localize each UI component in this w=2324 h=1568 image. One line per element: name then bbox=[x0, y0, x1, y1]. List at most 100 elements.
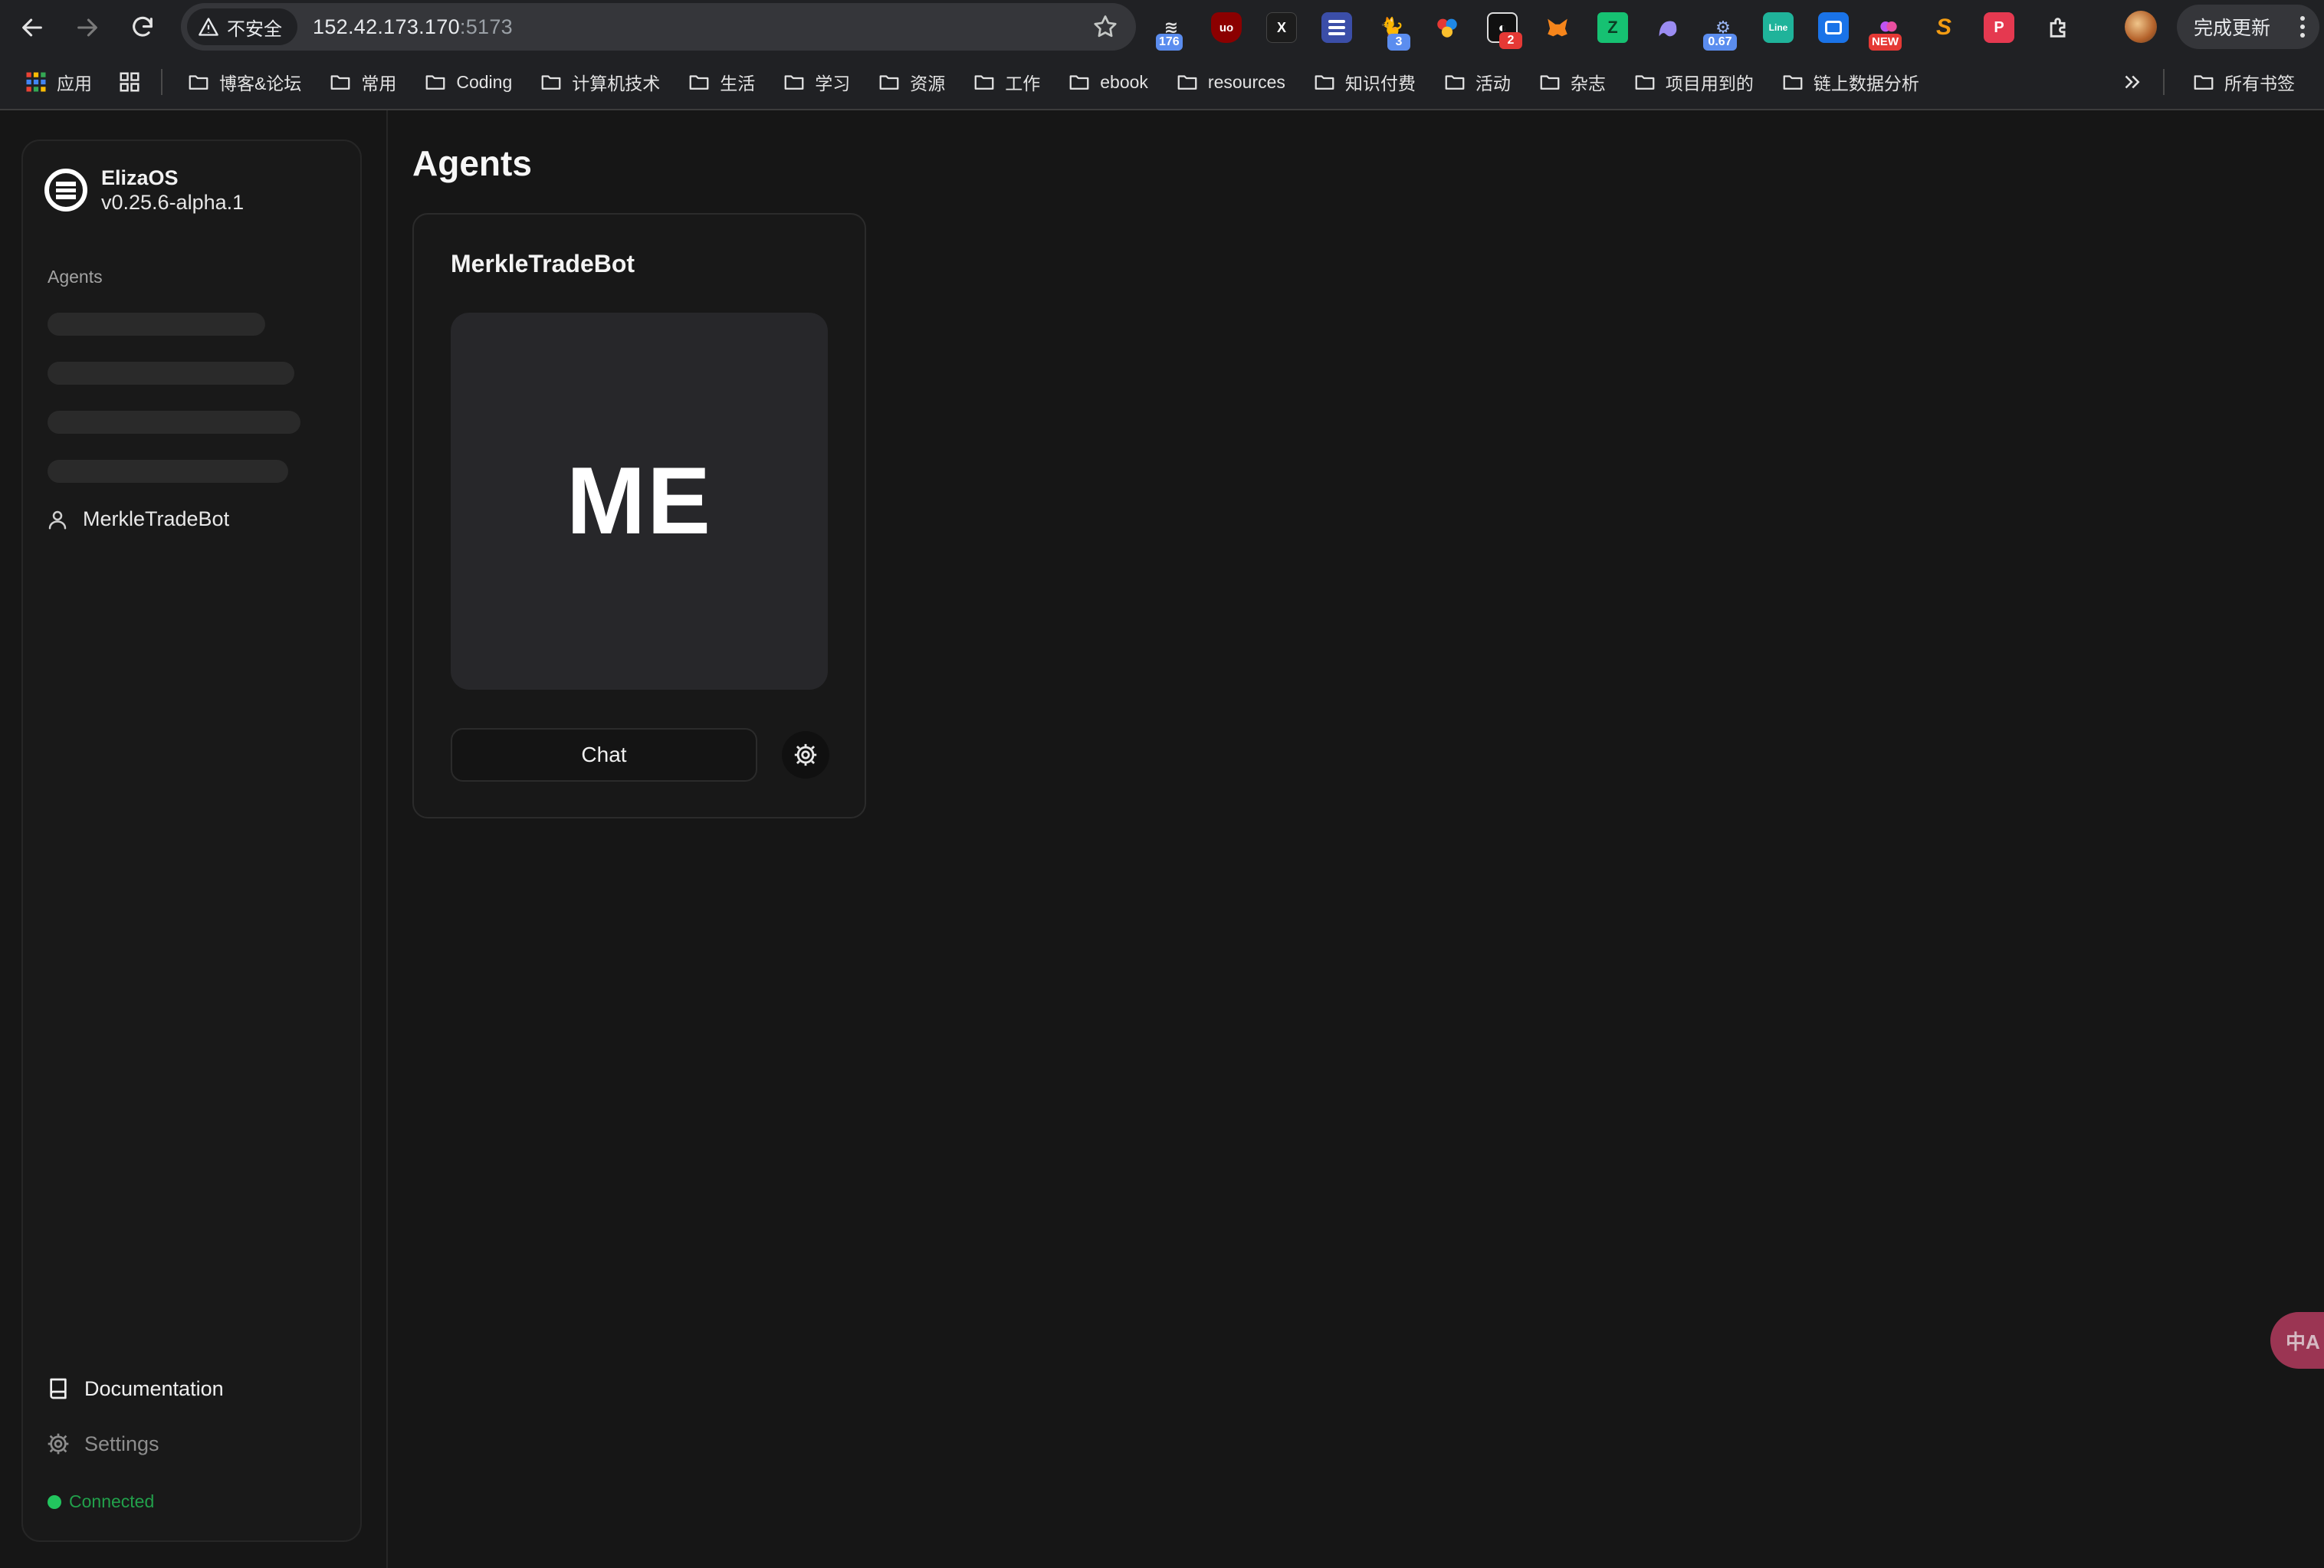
sidebar-item-documentation[interactable]: Documentation bbox=[46, 1376, 224, 1401]
address-bar[interactable]: 不安全 152.42.173.170:5173 bbox=[181, 3, 1136, 51]
translate-button[interactable]: 中A bbox=[2270, 1312, 2324, 1369]
extension-badge: 2 bbox=[1499, 32, 1522, 49]
bookmark-folder[interactable]: 常用 bbox=[329, 63, 396, 101]
folder-icon bbox=[1069, 75, 1089, 90]
bookmark-label: 应用 bbox=[57, 74, 92, 93]
bookmark-label: 博客&论坛 bbox=[219, 74, 302, 93]
update-label: 完成更新 bbox=[2194, 18, 2271, 39]
skeleton-loader bbox=[48, 313, 265, 336]
bookmark-folder[interactable]: 计算机技术 bbox=[540, 63, 660, 101]
user-icon bbox=[48, 510, 67, 529]
cat-extension-icon[interactable]: 🐈 3 bbox=[1377, 12, 1410, 51]
ghost-icon bbox=[1659, 21, 1677, 37]
status-dot bbox=[48, 1494, 61, 1509]
bookmark-label: 学习 bbox=[815, 74, 851, 93]
bookmark-apps[interactable]: 应用 bbox=[25, 63, 92, 101]
agent-settings-button[interactable] bbox=[782, 731, 829, 779]
list-extension-icon[interactable] bbox=[1321, 12, 1352, 43]
arrow-left-icon bbox=[22, 18, 42, 37]
bookmark-label: 项目用到的 bbox=[1665, 74, 1754, 93]
forward-button[interactable] bbox=[66, 6, 109, 49]
agents-section-label: Agents bbox=[48, 267, 103, 287]
back-button[interactable] bbox=[11, 6, 54, 49]
green-extension-icon[interactable]: Ζ bbox=[1597, 12, 1628, 43]
bookmark-folder[interactable]: 杂志 bbox=[1538, 63, 1606, 101]
bookmark-folder[interactable]: 项目用到的 bbox=[1633, 63, 1754, 101]
bookmark-label: 活动 bbox=[1475, 74, 1511, 93]
sidebar-item-label: Documentation bbox=[84, 1376, 224, 1400]
url-text[interactable]: 152.42.173.170:5173 bbox=[313, 15, 513, 39]
folder-icon bbox=[784, 75, 804, 90]
new-extension-icon[interactable]: NEW bbox=[1869, 12, 1904, 51]
x-icon[interactable]: X bbox=[1266, 12, 1297, 43]
extension-1[interactable]: ≋ 176 bbox=[1156, 12, 1187, 51]
blue-extension-icon[interactable] bbox=[1818, 12, 1849, 43]
bookmark-folder[interactable]: 工作 bbox=[973, 63, 1040, 101]
s-extension-icon[interactable]: S bbox=[1928, 12, 1959, 43]
folder-icon bbox=[541, 75, 561, 90]
security-label: 不安全 bbox=[227, 18, 282, 40]
profile-avatar[interactable] bbox=[2125, 11, 2157, 43]
bookmark-tab-groups[interactable] bbox=[118, 63, 141, 101]
flower-extension-icon[interactable] bbox=[1432, 12, 1462, 43]
update-button[interactable]: 完成更新 bbox=[2177, 5, 2319, 49]
bookmark-folder[interactable]: 生活 bbox=[688, 63, 755, 101]
bookmark-label: 所有书签 bbox=[2224, 74, 2295, 93]
bookmark-label: 常用 bbox=[361, 74, 397, 93]
bookmark-folder[interactable]: resources bbox=[1176, 63, 1285, 101]
bookmark-folder[interactable]: 博客&论坛 bbox=[187, 63, 301, 101]
bookmark-folder[interactable]: Coding bbox=[424, 63, 512, 101]
agent-card-title: MerkleTradeBot bbox=[451, 250, 635, 277]
bookmark-label: resources bbox=[1207, 71, 1285, 92]
sidebar-item-label: Settings bbox=[84, 1432, 159, 1455]
bookmark-all[interactable]: 所有书签 bbox=[2192, 63, 2295, 101]
connection-status: Connected bbox=[48, 1491, 154, 1512]
brand[interactable]: ElizaOS v0.25.6-alpha.1 bbox=[44, 166, 244, 215]
bookmark-label: 资源 bbox=[910, 74, 946, 93]
metamask-icon[interactable] bbox=[1542, 12, 1573, 43]
red-extension-icon[interactable]: P bbox=[1984, 12, 2014, 43]
url-host: 152.42.173.170 bbox=[313, 15, 460, 38]
elizaos-logo-icon bbox=[44, 169, 87, 212]
circle-extension-icon[interactable]: ◐ 2 bbox=[1487, 12, 1522, 49]
chat-button[interactable]: Chat bbox=[451, 728, 757, 782]
ghost-extension-icon[interactable] bbox=[1653, 12, 1683, 43]
more-bookmarks-button[interactable] bbox=[2120, 63, 2143, 101]
ublock-icon[interactable]: uo bbox=[1211, 12, 1242, 43]
folder-icon bbox=[189, 75, 208, 90]
fox-icon bbox=[1548, 18, 1567, 37]
bookmark-folders: 博客&论坛 常用 Coding 计算机技术 生活 学习 资源 工作 ebook resources… bbox=[162, 63, 1919, 101]
folder-icon bbox=[425, 75, 445, 90]
brand-version: v0.25.6-alpha.1 bbox=[101, 191, 245, 214]
gear-icon bbox=[794, 743, 817, 766]
folder-icon bbox=[1315, 75, 1334, 90]
bookmark-folder[interactable]: ebook bbox=[1068, 63, 1148, 101]
line-extension-icon[interactable]: Line bbox=[1763, 12, 1794, 43]
apps-grid-icon bbox=[26, 72, 46, 92]
gear-icon bbox=[48, 1433, 69, 1455]
bookmark-folder[interactable]: 知识付费 bbox=[1313, 63, 1416, 101]
sidebar-item-settings[interactable]: Settings bbox=[46, 1432, 159, 1456]
agent-avatar: ME bbox=[451, 313, 828, 690]
more-vertical-icon bbox=[2300, 16, 2305, 38]
puzzle-extensions-icon[interactable] bbox=[2043, 12, 2074, 43]
bookmark-label: 工作 bbox=[1005, 74, 1041, 93]
folder-icon bbox=[689, 75, 709, 90]
reload-button[interactable] bbox=[121, 6, 164, 49]
bookmark-label: 知识付费 bbox=[1344, 74, 1416, 93]
book-icon bbox=[50, 1378, 67, 1399]
bookmark-folder[interactable]: 资源 bbox=[878, 63, 945, 101]
bookmark-folder[interactable]: 链上数据分析 bbox=[1781, 63, 1919, 101]
extension-badge: 176 bbox=[1156, 34, 1183, 51]
robot-extension-icon[interactable]: ⚙ 0.67 bbox=[1703, 12, 1738, 51]
bookmarks-divider bbox=[2163, 69, 2165, 95]
status-label: Connected bbox=[69, 1491, 155, 1511]
bookmark-star-icon[interactable] bbox=[1091, 13, 1119, 41]
agent-card: MerkleTradeBot ME Chat bbox=[412, 213, 866, 818]
bookmark-folder[interactable]: 活动 bbox=[1443, 63, 1511, 101]
bookmark-label: 杂志 bbox=[1570, 74, 1606, 93]
security-chip[interactable]: 不安全 bbox=[187, 8, 297, 45]
sidebar-item-merkletradebot[interactable]: MerkleTradeBot bbox=[46, 507, 229, 531]
bookmark-folder[interactable]: 学习 bbox=[783, 63, 850, 101]
warning-icon bbox=[199, 18, 218, 36]
